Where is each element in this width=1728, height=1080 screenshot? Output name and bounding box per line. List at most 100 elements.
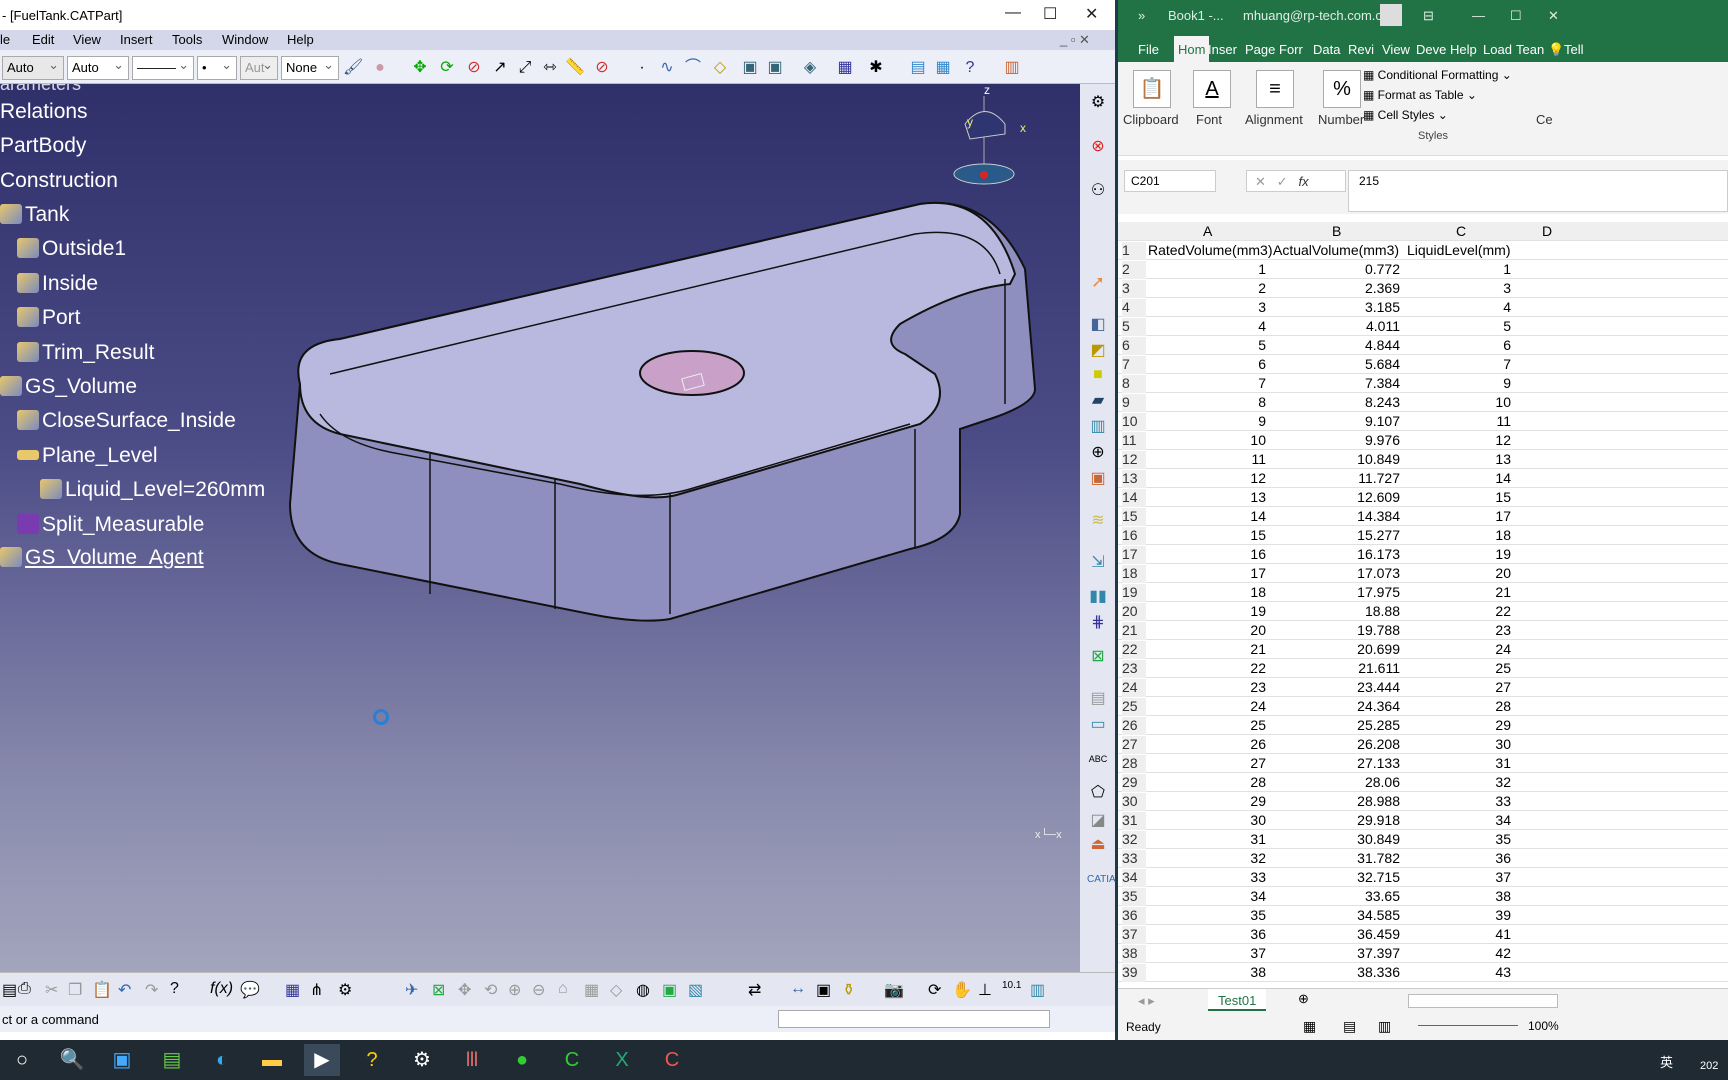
print-icon[interactable]: ⎙: [18, 980, 31, 998]
cell-rated-volume[interactable]: 28: [1250, 774, 1266, 790]
save-icon[interactable]: ▤: [2, 980, 17, 1000]
redo-icon[interactable]: ↷: [145, 980, 158, 1000]
line-icon[interactable]: ↗: [490, 58, 510, 78]
pan-view-icon[interactable]: ✥: [458, 980, 471, 1000]
cell-rated-volume[interactable]: 25: [1250, 717, 1266, 733]
cell-liquid-level[interactable]: 30: [1495, 736, 1511, 752]
cell-actual-volume[interactable]: 28.06: [1365, 774, 1400, 790]
normal-view-icon[interactable]: ▦: [1303, 1018, 1316, 1035]
alignment-icon[interactable]: ≡: [1256, 70, 1294, 108]
image-icon[interactable]: ▤: [908, 58, 928, 78]
minimize-button[interactable]: —: [1005, 4, 1021, 22]
render-icon[interactable]: ◈: [800, 58, 820, 78]
cell-liquid-level[interactable]: 10: [1495, 394, 1511, 410]
tab-home[interactable]: Hom: [1174, 36, 1210, 62]
cell-actual-volume[interactable]: 29.918: [1357, 812, 1400, 828]
fill-color-select[interactable]: Auto: [2, 56, 64, 80]
cell-actual-volume[interactable]: 26.208: [1357, 736, 1400, 752]
cell-actual-volume[interactable]: 18.88: [1365, 603, 1400, 619]
font-icon[interactable]: A: [1193, 70, 1231, 108]
sheet-nav-arrows[interactable]: ◂ ▸: [1138, 993, 1155, 1009]
maximize-button[interactable]: ☐: [1510, 8, 1522, 24]
zoom-in-icon[interactable]: ⊕: [508, 980, 521, 1000]
normal-view-icon[interactable]: ⌂: [558, 980, 568, 998]
compass-icon[interactable]: z y x: [950, 84, 1030, 194]
row-number[interactable]: 26: [1122, 717, 1146, 735]
row-number[interactable]: 22: [1122, 641, 1146, 659]
painter-icon[interactable]: 🖌: [343, 58, 363, 78]
menu-tools[interactable]: Tools: [172, 32, 202, 47]
cell-rated-volume[interactable]: 30: [1250, 812, 1266, 828]
row-number[interactable]: 30: [1122, 793, 1146, 811]
material-icon[interactable]: ●: [370, 58, 390, 78]
cell-rated-volume[interactable]: 21: [1250, 641, 1266, 657]
row-number[interactable]: 8: [1122, 375, 1146, 393]
command-input[interactable]: [778, 1010, 1050, 1028]
excel-app-icon[interactable]: X: [604, 1044, 640, 1076]
row-number[interactable]: 19: [1122, 584, 1146, 602]
row-number[interactable]: 4: [1122, 299, 1146, 317]
name-box[interactable]: C201: [1124, 170, 1216, 192]
sweep-icon[interactable]: ▰: [1087, 390, 1109, 410]
header-cell-c[interactable]: LiquidLevel(mm): [1407, 242, 1510, 258]
table-icon[interactable]: ▦: [835, 58, 855, 78]
cell-liquid-level[interactable]: 42: [1495, 945, 1511, 961]
cell-liquid-level[interactable]: 14: [1495, 470, 1511, 486]
cell-rated-volume[interactable]: 31: [1250, 831, 1266, 847]
cell-rated-volume[interactable]: 34: [1250, 888, 1266, 904]
row-number[interactable]: 9: [1122, 394, 1146, 412]
cell-liquid-level[interactable]: 31: [1495, 755, 1511, 771]
line-weight-select[interactable]: Aut: [240, 56, 278, 80]
app-icon[interactable]: C: [554, 1044, 590, 1076]
cell-actual-volume[interactable]: 36.459: [1357, 926, 1400, 942]
cell-rated-volume[interactable]: 16: [1250, 546, 1266, 562]
tab-formulas[interactable]: Forr: [1279, 42, 1303, 57]
knowledge-icon[interactable]: 💬: [240, 980, 260, 1000]
cell-liquid-level[interactable]: 21: [1495, 584, 1511, 600]
cell-actual-volume[interactable]: 7.384: [1365, 375, 1400, 391]
cell-rated-volume[interactable]: 14: [1250, 508, 1266, 524]
ruler-icon[interactable]: 📏: [565, 58, 585, 78]
cell-actual-volume[interactable]: 10.849: [1357, 451, 1400, 467]
symmetry-icon[interactable]: ▮▮: [1087, 586, 1109, 606]
menu-file[interactable]: le: [0, 32, 10, 47]
cell-actual-volume[interactable]: 14.384: [1357, 508, 1400, 524]
cell-actual-volume[interactable]: 33.65: [1365, 888, 1400, 904]
cell-rated-volume[interactable]: 23: [1250, 679, 1266, 695]
tile-icon[interactable]: ▦: [933, 58, 953, 78]
point-target-icon[interactable]: ⊕: [1087, 442, 1109, 462]
formula-icon[interactable]: f(x): [210, 980, 233, 998]
cell-liquid-level[interactable]: 27: [1495, 679, 1511, 695]
column-header-b[interactable]: B: [1332, 223, 1341, 239]
surface-icon[interactable]: ◇: [710, 58, 730, 78]
analysis-tools-icon[interactable]: ▥: [1030, 980, 1045, 1000]
3d-annotation-icon[interactable]: ◪: [1087, 810, 1109, 830]
ribbon-display-icon[interactable]: ⊟: [1423, 8, 1434, 24]
alignment-group[interactable]: Alignment: [1245, 112, 1303, 127]
cell-actual-volume[interactable]: 19.788: [1357, 622, 1400, 638]
row-number[interactable]: 27: [1122, 736, 1146, 754]
row-number[interactable]: 32: [1122, 831, 1146, 849]
number-icon[interactable]: %: [1323, 70, 1361, 108]
row-number[interactable]: 36: [1122, 907, 1146, 925]
update-icon[interactable]: ⇄: [748, 980, 761, 1000]
cell-liquid-level[interactable]: 12: [1495, 432, 1511, 448]
menu-edit[interactable]: Edit: [32, 32, 54, 47]
cell-actual-volume[interactable]: 27.133: [1357, 755, 1400, 771]
row-number[interactable]: 38: [1122, 945, 1146, 963]
header-cell-b[interactable]: ActualVolume(mm3): [1273, 242, 1399, 258]
cell-liquid-level[interactable]: 34: [1495, 812, 1511, 828]
cell-actual-volume[interactable]: 30.849: [1357, 831, 1400, 847]
column-header-a[interactable]: A: [1203, 223, 1212, 239]
cell-actual-volume[interactable]: 15.277: [1357, 527, 1400, 543]
cell-rated-volume[interactable]: 22: [1250, 660, 1266, 676]
cell-actual-volume[interactable]: 23.444: [1357, 679, 1400, 695]
extrude-icon[interactable]: ◧: [1087, 314, 1109, 334]
row-number[interactable]: 20: [1122, 603, 1146, 621]
units-icon[interactable]: 10.1: [1002, 980, 1021, 991]
zoom-out-icon[interactable]: ⊖: [532, 980, 545, 1000]
column-header-d[interactable]: D: [1542, 223, 1552, 239]
measure-icon[interactable]: ⇿: [540, 58, 560, 78]
cell-actual-volume[interactable]: 16.173: [1357, 546, 1400, 562]
capture-icon[interactable]: 📷: [884, 980, 904, 1000]
